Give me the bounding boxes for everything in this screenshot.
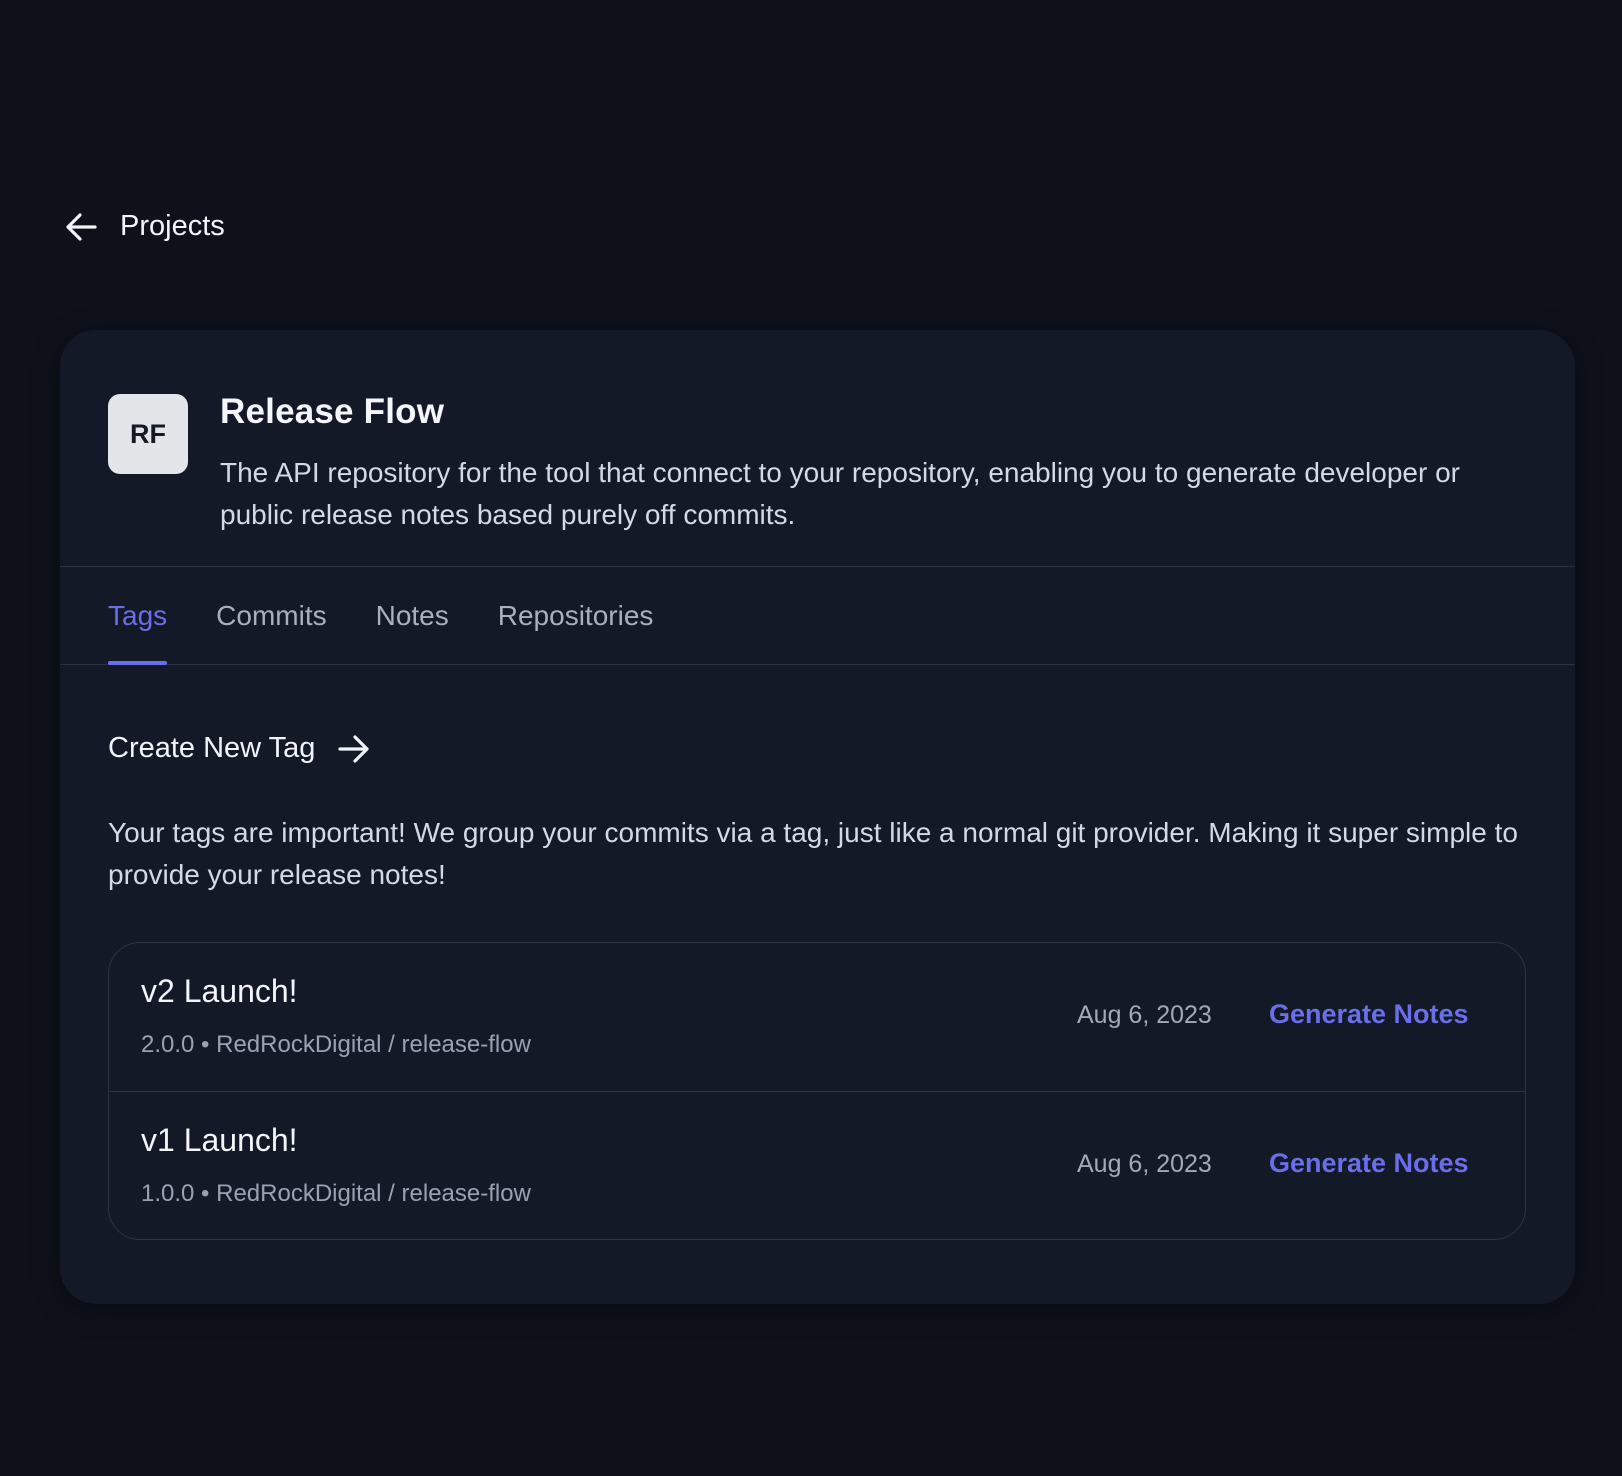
project-card: RF Release Flow The API repository for t… xyxy=(60,330,1575,1304)
project-tabs: Tags Commits Notes Repositories xyxy=(60,567,1575,665)
tab-repositories[interactable]: Repositories xyxy=(498,567,654,664)
tag-row: v2 Launch! 2.0.0 • RedRockDigital / rele… xyxy=(109,943,1525,1091)
tab-commits[interactable]: Commits xyxy=(216,567,326,664)
generate-notes-button[interactable]: Generate Notes xyxy=(1269,1148,1469,1179)
tab-tags[interactable]: Tags xyxy=(108,567,168,665)
project-description: The API repository for the tool that con… xyxy=(220,457,1460,530)
tag-meta: 2.0.0 • RedRockDigital / release-flow xyxy=(141,1031,531,1058)
tag-meta: 1.0.0 • RedRockDigital / release-flow xyxy=(141,1180,531,1207)
project-header: RF Release Flow The API repository for t… xyxy=(60,330,1575,567)
tag-row: v1 Launch! 1.0.0 • RedRockDigital / rele… xyxy=(109,1091,1525,1239)
tag-list: v2 Launch! 2.0.0 • RedRockDigital / rele… xyxy=(108,942,1526,1240)
tag-date: Aug 6, 2023 xyxy=(1077,1001,1212,1029)
project-avatar: RF xyxy=(108,394,188,474)
tag-date: Aug 6, 2023 xyxy=(1077,1150,1212,1178)
tag-name: v2 Launch! xyxy=(141,973,298,1009)
generate-notes-button[interactable]: Generate Notes xyxy=(1269,999,1469,1030)
back-link-label: Projects xyxy=(120,210,225,242)
tags-description: Your tags are important! We group your c… xyxy=(108,817,1518,890)
create-new-tag-label: Create New Tag xyxy=(108,732,316,764)
tab-notes[interactable]: Notes xyxy=(376,567,449,664)
back-to-projects-link[interactable]: Projects xyxy=(64,210,225,243)
tag-name: v1 Launch! xyxy=(141,1122,298,1158)
project-title: Release Flow xyxy=(220,392,445,431)
arrow-right-icon xyxy=(338,734,370,763)
create-new-tag-link[interactable]: Create New Tag xyxy=(108,732,371,765)
arrow-left-icon xyxy=(66,212,97,241)
